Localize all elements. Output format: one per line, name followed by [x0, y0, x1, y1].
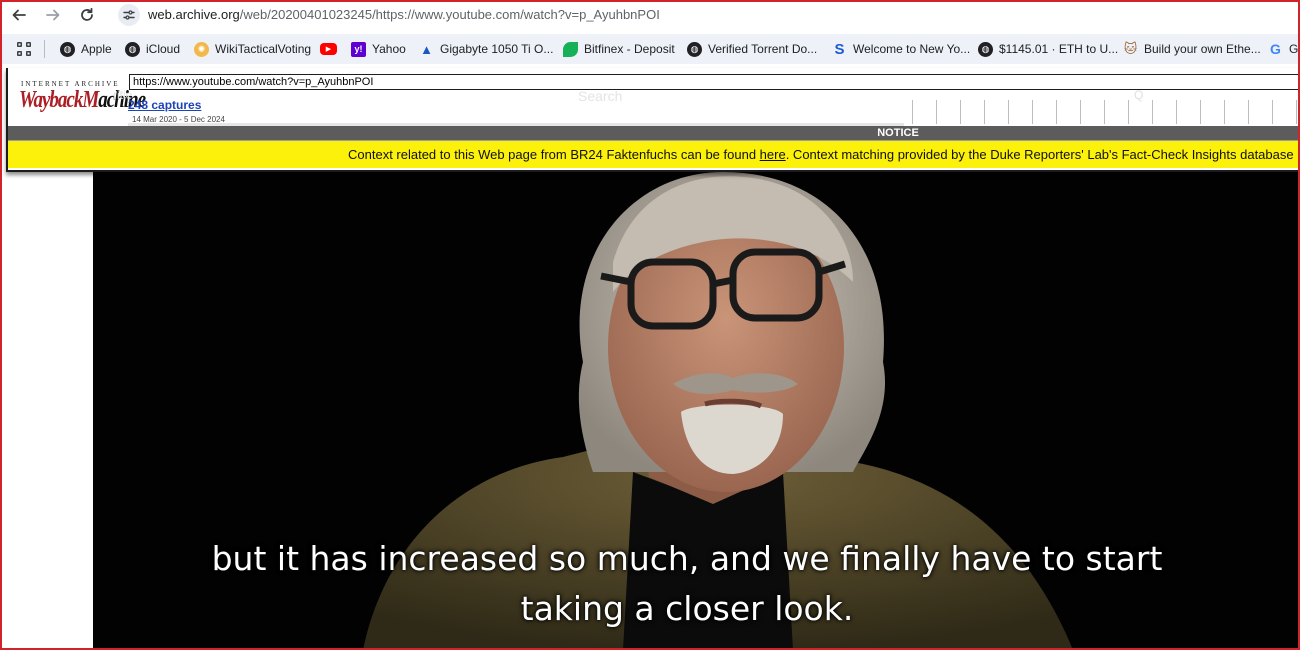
- bookmark-gigabyte[interactable]: ▲ Gigabyte 1050 Ti O...: [419, 40, 553, 58]
- site-info-button[interactable]: [118, 4, 140, 26]
- timeline-year-tick: [1032, 100, 1033, 124]
- timeline-year-tick: [1128, 100, 1129, 124]
- sun-icon: ✺: [194, 41, 209, 57]
- timeline-year-tick: [1296, 100, 1297, 124]
- context-text-before: Context related to this Web page from BR…: [348, 147, 760, 162]
- bookmark-label: Apple: [81, 42, 112, 56]
- bookmark-yahoo[interactable]: y! Yahoo: [351, 40, 406, 58]
- ghost-search-text: Search: [578, 88, 623, 104]
- bookmarks-bar: ◍ Apple ◍ iCloud ✺ WikiTacticalVoting ▶ …: [0, 34, 1300, 64]
- captures-link[interactable]: 248 captures: [128, 98, 201, 112]
- bookmark-google[interactable]: G G: [1268, 40, 1298, 58]
- timeline-year-tick: [1056, 100, 1057, 124]
- timeline-year-tick: [1224, 100, 1225, 124]
- globe-icon: ◍: [978, 41, 993, 57]
- url-path: /web/20200401023245/https://www.youtube.…: [239, 7, 660, 22]
- bookmark-icloud[interactable]: ◍ iCloud: [125, 40, 180, 58]
- youtube-icon: ▶: [320, 43, 337, 55]
- timeline-year-tick: [1200, 100, 1201, 124]
- leaf-icon: [563, 41, 578, 57]
- bookmark-label: Yahoo: [372, 42, 406, 56]
- subtitle-line-2: taking a closer look.: [520, 589, 854, 628]
- timeline-year-tick: [984, 100, 985, 124]
- timeline-year-tick: [936, 100, 937, 124]
- wayback-toolbar: INTERNET ARCHIVE WaybackMachine ritie ht…: [6, 68, 1300, 172]
- bookmark-wikitacticalvoting[interactable]: ✺ WikiTacticalVoting: [194, 40, 311, 58]
- globe-icon: ◍: [60, 41, 75, 57]
- browser-address-row: web.archive.org/web/20200401023245/https…: [0, 0, 1300, 30]
- timeline-year-tick: [1080, 100, 1081, 124]
- bookmark-label: $1145.01 · ETH to U...: [999, 42, 1119, 56]
- bookmark-label: WikiTacticalVoting: [215, 42, 312, 56]
- globe-icon: ◍: [687, 41, 702, 57]
- video-subtitle: but it has increased so much, and we fin…: [93, 534, 1281, 634]
- forward-button[interactable]: [42, 4, 64, 26]
- arrow-right-icon: [46, 9, 60, 21]
- tune-icon: [123, 10, 135, 20]
- bookmark-label: Bitfinex - Deposit: [584, 42, 675, 56]
- wayback-url-input[interactable]: https://www.youtube.com/watch?v=p_Ayuhbn…: [129, 74, 1300, 90]
- cat-icon: 🐱: [1123, 41, 1138, 56]
- bookmark-bitfinex[interactable]: Bitfinex - Deposit: [563, 40, 675, 58]
- back-button[interactable]: [8, 4, 30, 26]
- bookmark-welcome-new-york[interactable]: S Welcome to New Yo...: [832, 40, 970, 58]
- bookmark-label: iCloud: [146, 42, 181, 56]
- fact-check-context-bar: Context related to this Web page from BR…: [8, 140, 1300, 168]
- bookmark-build-ethereum[interactable]: 🐱 Build your own Ethe...: [1123, 40, 1261, 58]
- bookmark-verified-torrent[interactable]: ◍ Verified Torrent Do...: [687, 40, 817, 58]
- s-icon: S: [834, 40, 845, 58]
- timeline-year-tick: [1248, 100, 1249, 124]
- google-icon: G: [1270, 41, 1281, 57]
- notice-bar: NOTICE: [8, 126, 1300, 140]
- bookmark-apple[interactable]: ◍ Apple: [60, 40, 112, 58]
- context-text-after: . Context matching provided by the Duke …: [785, 147, 1294, 162]
- wayback-logo-part-a: WaybackM: [19, 87, 99, 114]
- bookmark-label: Gigabyte 1050 Ti O...: [440, 42, 554, 56]
- bookmark-youtube[interactable]: ▶: [320, 40, 343, 58]
- url-host: web.archive.org: [148, 7, 240, 22]
- timeline-year-tick: [960, 100, 961, 124]
- timeline-year-tick: [912, 100, 913, 124]
- context-here-link[interactable]: here: [760, 147, 786, 162]
- capture-timeline[interactable]: [904, 100, 1300, 124]
- bookmark-label: Verified Torrent Do...: [708, 42, 818, 56]
- bookmark-label: Welcome to New Yo...: [853, 42, 971, 56]
- bookmark-label: G: [1289, 42, 1299, 56]
- timeline-year-tick: [1104, 100, 1105, 124]
- video-player[interactable]: but it has increased so much, and we fin…: [93, 172, 1300, 650]
- reload-icon: [81, 7, 93, 21]
- address-url[interactable]: web.archive.org/web/20200401023245/https…: [148, 7, 660, 22]
- timeline-year-tick: [1008, 100, 1009, 124]
- subtitle-line-1: but it has increased so much, and we fin…: [211, 539, 1163, 578]
- arrow-left-icon: [12, 9, 26, 21]
- timeline-year-tick: [1152, 100, 1153, 124]
- bookmark-label: Build your own Ethe...: [1144, 42, 1261, 56]
- globe-icon: ◍: [125, 41, 140, 57]
- bookmarks-separator: [44, 40, 45, 58]
- timeline-year-tick: [1176, 100, 1177, 124]
- context-message: Context related to this Web page from BR…: [348, 147, 1294, 162]
- yahoo-icon: y!: [351, 41, 366, 57]
- notice-label: NOTICE: [877, 127, 919, 139]
- timeline-year-tick: [1272, 100, 1273, 124]
- bookmark-eth-price[interactable]: ◍ $1145.01 · ETH to U...: [978, 40, 1118, 58]
- reload-button[interactable]: [76, 4, 98, 26]
- gigabyte-icon: ▲: [420, 41, 433, 57]
- apps-grid-icon[interactable]: [16, 41, 32, 57]
